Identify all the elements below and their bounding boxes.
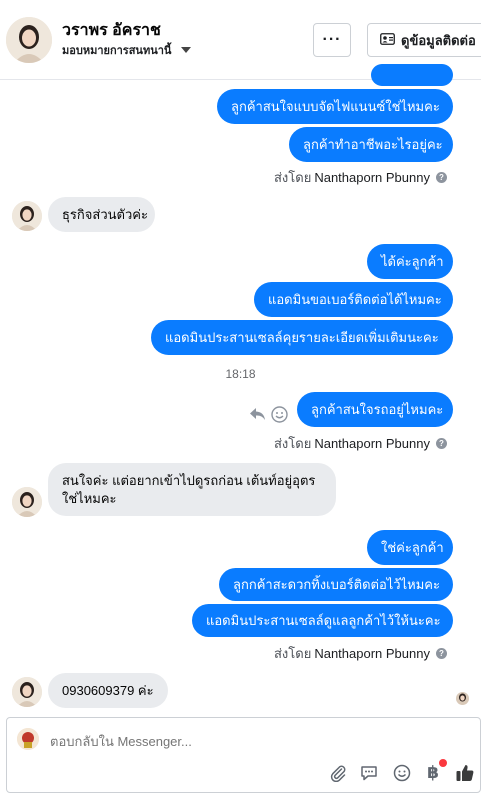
message-bubble[interactable]: แอดมินขอเบอร์ติดต่อได้ไหมคะ xyxy=(254,282,453,317)
reply-input[interactable] xyxy=(50,734,430,749)
message-bubble[interactable]: ลูกค้าสนใจแบบจัดไฟแนนซ์ใช่ไหมคะ xyxy=(217,89,453,124)
message-text: ลูกค้าทำอาชีพอะไรอยู่คะ xyxy=(303,136,443,152)
sent-by-prefix: ส่งโดย xyxy=(274,170,312,185)
message-text: ลูกกค้าสะดวกทิ้งเบอร์ติดต่อไว้ไหมคะ xyxy=(233,576,440,592)
message-bubble[interactable]: ลูกค้าทำอาชีพอะไรอยู่คะ xyxy=(289,127,453,162)
message-text: สนใจค่ะ แต่อยากเข้าไปดูรถก่อน เต้นท์อยู่… xyxy=(62,472,316,488)
message-text: ลูกค้าสนใจรถอยู่ไหมคะ xyxy=(311,401,444,417)
sent-by-label: ส่งโดย Nanthaporn Pbunny ? xyxy=(274,433,447,454)
seen-avatar xyxy=(456,692,469,705)
message-bubble[interactable]: ธุรกิจส่วนตัวค่ะ xyxy=(48,197,155,232)
message-bubble[interactable]: ลูกค้าสนใจรถอยู่ไหมคะ xyxy=(297,392,453,427)
message-bubble[interactable]: แอดมินประสานเซลล์คุยรายละเอียดเพิ่มเติมน… xyxy=(151,320,453,355)
sent-by-prefix: ส่งโดย xyxy=(274,646,312,661)
message-text: ใช่ค่ะลูกค้า xyxy=(381,539,444,555)
contact-card-icon xyxy=(380,32,395,48)
view-contact-info-button[interactable]: ดูข้อมูลติดต่อ xyxy=(367,23,481,57)
emoji-icon[interactable] xyxy=(271,406,288,423)
emoji-icon[interactable] xyxy=(391,762,413,784)
contact-avatar-small xyxy=(12,201,42,231)
sender-name: Nanthaporn Pbunny xyxy=(314,646,430,661)
paperclip-icon[interactable] xyxy=(327,762,349,784)
message-text: ใช่ไหมคะ xyxy=(62,490,117,506)
message-bubble[interactable]: ลูกกค้าสะดวกทิ้งเบอร์ติดต่อไว้ไหมคะ xyxy=(219,568,453,601)
message-bubble[interactable]: สนใจค่ะ แต่อยากเข้าไปดูรถก่อน เต้นท์อยู่… xyxy=(48,463,336,516)
message-text: ลูกค้าสนใจแบบจัดไฟแนนซ์ใช่ไหมคะ xyxy=(231,98,440,114)
contact-avatar[interactable] xyxy=(6,17,52,63)
reply-icon[interactable] xyxy=(249,406,267,422)
message-text: ธุรกิจส่วนตัวค่ะ xyxy=(62,206,148,222)
thumbs-up-icon[interactable] xyxy=(454,762,476,784)
message-bubble[interactable]: ได้ค่ะลูกค้า xyxy=(367,244,453,279)
info-icon[interactable]: ? xyxy=(435,648,447,659)
sent-by-label: ส่งโดย Nanthaporn Pbunny ? xyxy=(274,167,447,188)
message-text: แอดมินประสานเซลล์ดูแลลูกค้าไว้ให้นะคะ xyxy=(206,612,441,628)
assign-label: มอบหมายการสนทนานี้ xyxy=(62,45,172,57)
info-icon[interactable]: ? xyxy=(435,172,447,183)
sent-by-label: ส่งโดย Nanthaporn Pbunny ? xyxy=(274,643,447,664)
message-text: ได้ค่ะลูกค้า xyxy=(381,253,444,269)
caret-down-icon xyxy=(181,47,192,53)
baht-icon[interactable]: ฿ xyxy=(422,759,447,784)
contact-avatar-small xyxy=(12,677,42,707)
contact-name: วราพร อัคราช xyxy=(62,22,161,39)
info-icon[interactable]: ? xyxy=(435,438,447,449)
message-bubble[interactable]: ใช่ค่ะลูกค้า xyxy=(367,530,453,565)
message-bubble-partial xyxy=(371,64,453,86)
page-avatar xyxy=(17,728,39,750)
saved-replies-icon[interactable] xyxy=(358,762,380,784)
message-text: แอดมินประสานเซลล์คุยรายละเอียดเพิ่มเติมน… xyxy=(165,329,439,345)
more-options-button[interactable]: ··· xyxy=(313,23,351,57)
message-bubble[interactable]: 0930609379 ค่ะ xyxy=(48,673,168,708)
message-timestamp: 18:18 xyxy=(225,367,256,381)
message-text: 0930609379 ค่ะ xyxy=(62,682,154,698)
sender-name: Nanthaporn Pbunny xyxy=(314,436,430,451)
contact-avatar-small xyxy=(12,487,42,517)
notification-dot xyxy=(439,759,447,767)
assign-conversation-dropdown[interactable]: มอบหมายการสนทนานี้ xyxy=(62,41,192,59)
message-composer: ฿ xyxy=(6,717,481,793)
sender-name: Nanthaporn Pbunny xyxy=(314,170,430,185)
contact-info-label: ดูข้อมูลติดต่อ xyxy=(401,32,476,48)
sent-by-prefix: ส่งโดย xyxy=(274,436,312,451)
message-bubble[interactable]: แอดมินประสานเซลล์ดูแลลูกค้าไว้ให้นะคะ xyxy=(192,604,453,637)
message-text: แอดมินขอเบอร์ติดต่อได้ไหมคะ xyxy=(268,291,442,307)
